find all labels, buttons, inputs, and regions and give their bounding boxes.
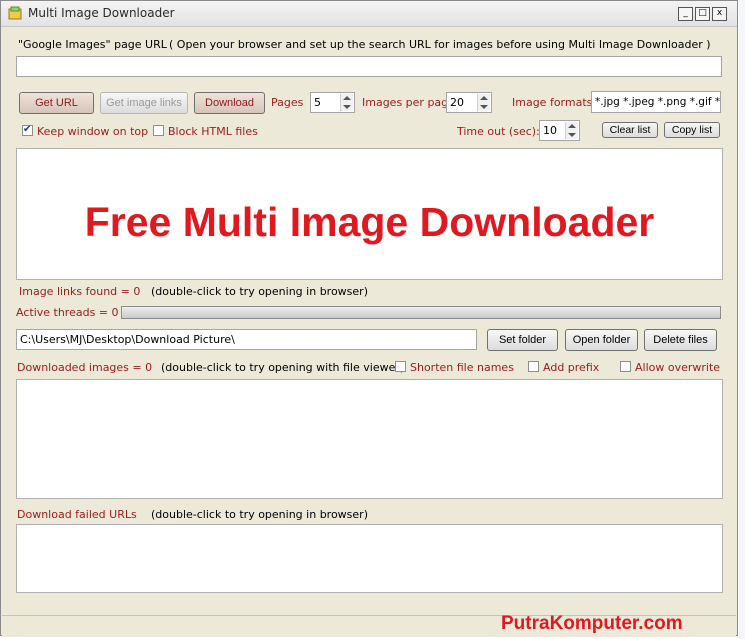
download-failed-label: Download failed URLs [17, 508, 137, 521]
images-per-page-spinner-arrows[interactable] [477, 94, 490, 111]
pages-label: Pages [271, 96, 304, 109]
watermark-text: PutraKomputer.com [501, 613, 683, 634]
url-input[interactable] [16, 56, 722, 77]
maximize-button[interactable]: □ [695, 7, 710, 21]
block-html-checkbox[interactable] [153, 125, 164, 136]
keep-on-top-label: Keep window on top [37, 125, 149, 138]
download-failed-hint: (double-click to try opening in browser) [151, 508, 368, 521]
timeout-spinner-arrows[interactable] [565, 122, 578, 139]
window-title: Multi Image Downloader [28, 6, 175, 20]
image-links-list[interactable]: Free Multi Image Downloader [16, 148, 723, 280]
get-image-links-button[interactable]: Get image links [100, 92, 188, 114]
minimize-button[interactable]: _ [678, 7, 693, 21]
pages-spinner-arrows[interactable] [340, 94, 353, 111]
downloaded-images-label: Downloaded images = 0 [17, 361, 153, 374]
images-per-page-value: 20 [450, 96, 464, 109]
image-formats-input[interactable]: *.jpg *.jpeg *.png *.gif *.bmp [591, 91, 721, 113]
images-per-page-spinner[interactable]: 20 [446, 92, 492, 113]
timeout-label: Time out (sec): [457, 125, 540, 138]
shorten-file-names-label: Shorten file names [410, 361, 514, 374]
add-prefix-checkbox[interactable] [528, 361, 539, 372]
allow-overwrite-checkbox[interactable] [620, 361, 631, 372]
background-edge [739, 0, 745, 639]
clear-list-button[interactable]: Clear list [602, 122, 658, 138]
image-links-found-label: Image links found = 0 [19, 285, 141, 298]
delete-files-button[interactable]: Delete files [644, 329, 717, 351]
pages-spinner[interactable]: 5 [310, 92, 355, 113]
timeout-value: 10 [543, 124, 557, 137]
failed-urls-list[interactable] [16, 524, 723, 593]
banner-text: Free Multi Image Downloader [84, 199, 655, 245]
image-formats-value: *.jpg *.jpeg *.png *.gif *.bmp [595, 96, 721, 108]
app-icon [8, 6, 22, 20]
copy-list-button[interactable]: Copy list [664, 122, 720, 138]
title-bar[interactable]: Multi Image Downloader _ □ x [1, 1, 737, 27]
folder-path-input[interactable]: C:\Users\MJ\Desktop\Download Picture\ [16, 329, 477, 350]
downloaded-images-hint: (double-click to try opening with file v… [161, 361, 405, 374]
images-per-page-label: Images per page [362, 96, 455, 109]
allow-overwrite-label: Allow overwrite [635, 361, 721, 374]
set-folder-button[interactable]: Set folder [487, 329, 558, 351]
open-folder-button[interactable]: Open folder [565, 329, 638, 351]
image-links-hint: (double-click to try opening in browser) [151, 285, 368, 298]
download-button[interactable]: Download [194, 92, 265, 114]
add-prefix-label: Add prefix [543, 361, 600, 374]
shorten-file-names-checkbox[interactable] [395, 361, 406, 372]
get-url-button[interactable]: Get URL [19, 92, 94, 114]
block-html-label: Block HTML files [168, 125, 258, 138]
keep-on-top-checkbox[interactable] [22, 124, 33, 136]
close-button[interactable]: x [712, 7, 727, 21]
timeout-spinner[interactable]: 10 [539, 120, 580, 141]
image-formats-label: Image formats [512, 96, 593, 109]
google-images-url-label: "Google Images" page URL [18, 38, 167, 51]
folder-path-value: C:\Users\MJ\Desktop\Download Picture\ [20, 333, 235, 346]
threads-progress-bar [121, 306, 721, 319]
downloaded-images-list[interactable] [16, 379, 723, 499]
app-window: Multi Image Downloader _ □ x "Google Ima… [0, 0, 738, 637]
url-hint: ( Open your browser and set up the searc… [169, 38, 711, 51]
pages-value: 5 [314, 96, 321, 109]
active-threads-label: Active threads = 0 [16, 306, 119, 319]
